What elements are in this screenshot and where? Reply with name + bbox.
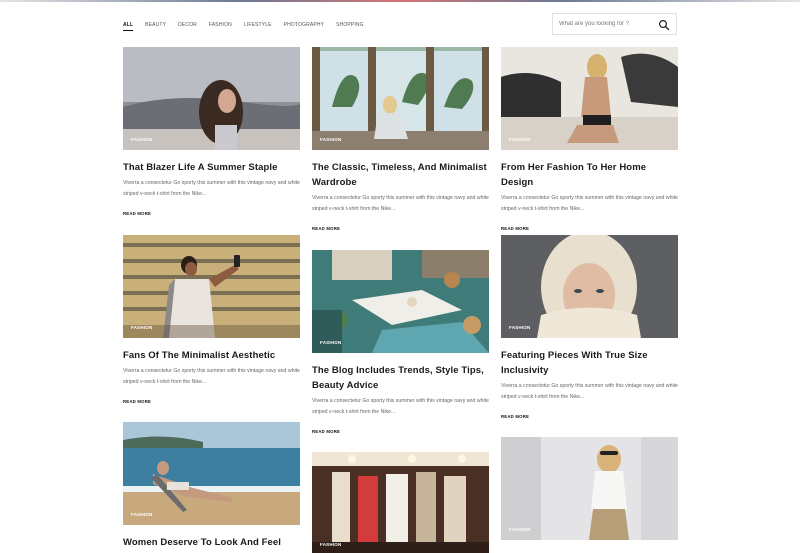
post-thumbnail[interactable]: FASHION: [312, 47, 489, 150]
post-thumbnail[interactable]: FASHION: [312, 452, 489, 553]
post-card: FASHION The Blog Includes Trends, Style …: [312, 250, 489, 438]
post-title[interactable]: From Her Fashion To Her Home Design: [501, 160, 678, 190]
filter-fashion[interactable]: FASHION: [209, 20, 232, 30]
filter-photography[interactable]: PHOTOGRAPHY: [284, 20, 324, 30]
search-box: [552, 13, 677, 35]
post-image: [123, 422, 300, 525]
post-image: [312, 452, 489, 553]
post-thumbnail[interactable]: FASHION: [123, 47, 300, 150]
read-more-link[interactable]: READ MORE: [312, 429, 340, 434]
post-thumbnail[interactable]: FASHION: [123, 235, 300, 338]
category-badge[interactable]: FASHION: [131, 325, 152, 330]
category-badge[interactable]: FASHION: [320, 137, 341, 142]
post-image: [501, 437, 678, 540]
post-title[interactable]: The Blog Includes Trends, Style Tips, Be…: [312, 363, 489, 393]
post-card: FASHION From Her Fashion To Her Home Des…: [501, 47, 678, 235]
post-excerpt: Viverra a consectetur Go sporty this sum…: [312, 195, 489, 212]
filter-beauty[interactable]: BEAUTY: [145, 20, 166, 30]
post-thumbnail[interactable]: FASHION: [123, 422, 300, 525]
post-excerpt: Viverra a consectetur Go sporty this sum…: [123, 368, 300, 385]
post-card: FASHION: [501, 437, 678, 540]
filter-decor[interactable]: DECOR: [178, 20, 197, 30]
post-card: FASHION The Classic, Timeless, And Minim…: [312, 47, 489, 235]
category-badge[interactable]: FASHION: [509, 325, 530, 330]
category-badge[interactable]: FASHION: [131, 512, 152, 517]
post-title[interactable]: Featuring Pieces With True Size Inclusiv…: [501, 348, 678, 378]
post-card: FASHION Women Deserve To Look And Feel: [123, 422, 300, 550]
post-thumbnail[interactable]: FASHION: [312, 250, 489, 353]
post-image: [501, 47, 678, 150]
read-more-link[interactable]: READ MORE: [501, 414, 529, 419]
post-excerpt: Viverra a consectetur Go sporty this sum…: [312, 398, 489, 415]
post-title[interactable]: Women Deserve To Look And Feel: [123, 535, 300, 550]
post-title[interactable]: That Blazer Life A Summer Staple: [123, 160, 300, 175]
post-image: [501, 235, 678, 338]
category-badge[interactable]: FASHION: [131, 137, 152, 142]
search-input[interactable]: [559, 21, 654, 27]
filter-all[interactable]: ALL: [123, 20, 134, 31]
category-badge[interactable]: FASHION: [320, 542, 341, 547]
read-more-link[interactable]: READ MORE: [123, 399, 151, 404]
category-badge[interactable]: FASHION: [509, 527, 530, 532]
top-accent-strip: [0, 0, 800, 2]
search-icon[interactable]: [658, 19, 670, 31]
post-image: [123, 235, 300, 338]
post-title[interactable]: Fans Of The Minimalist Aesthetic: [123, 348, 300, 363]
category-filter-bar: ALL BEAUTY DECOR FASHION LIFESTYLE PHOTO…: [123, 20, 376, 31]
post-image: [312, 47, 489, 150]
post-title[interactable]: The Classic, Timeless, And Minimalist Wa…: [312, 160, 489, 190]
post-card: FASHION That Blazer Life A Summer Staple…: [123, 47, 300, 220]
post-excerpt: Viverra a consectetur Go sporty this sum…: [501, 195, 678, 212]
category-badge[interactable]: FASHION: [509, 137, 530, 142]
post-thumbnail[interactable]: FASHION: [501, 235, 678, 338]
post-card: FASHION Featuring Pieces With True Size …: [501, 235, 678, 423]
post-image: [123, 47, 300, 150]
read-more-link[interactable]: READ MORE: [501, 226, 529, 231]
post-card: FASHION: [312, 452, 489, 553]
post-thumbnail[interactable]: FASHION: [501, 47, 678, 150]
post-excerpt: Viverra a consectetur Go sporty this sum…: [123, 180, 300, 197]
post-image: [312, 250, 489, 353]
post-card: FASHION Fans Of The Minimalist Aesthetic…: [123, 235, 300, 408]
post-excerpt: Viverra a consectetur Go sporty this sum…: [501, 383, 678, 400]
read-more-link[interactable]: READ MORE: [123, 211, 151, 216]
filter-shopping[interactable]: SHOPPING: [336, 20, 364, 30]
post-thumbnail[interactable]: FASHION: [501, 437, 678, 540]
read-more-link[interactable]: READ MORE: [312, 226, 340, 231]
category-badge[interactable]: FASHION: [320, 340, 341, 345]
filter-lifestyle[interactable]: LIFESTYLE: [244, 20, 272, 30]
